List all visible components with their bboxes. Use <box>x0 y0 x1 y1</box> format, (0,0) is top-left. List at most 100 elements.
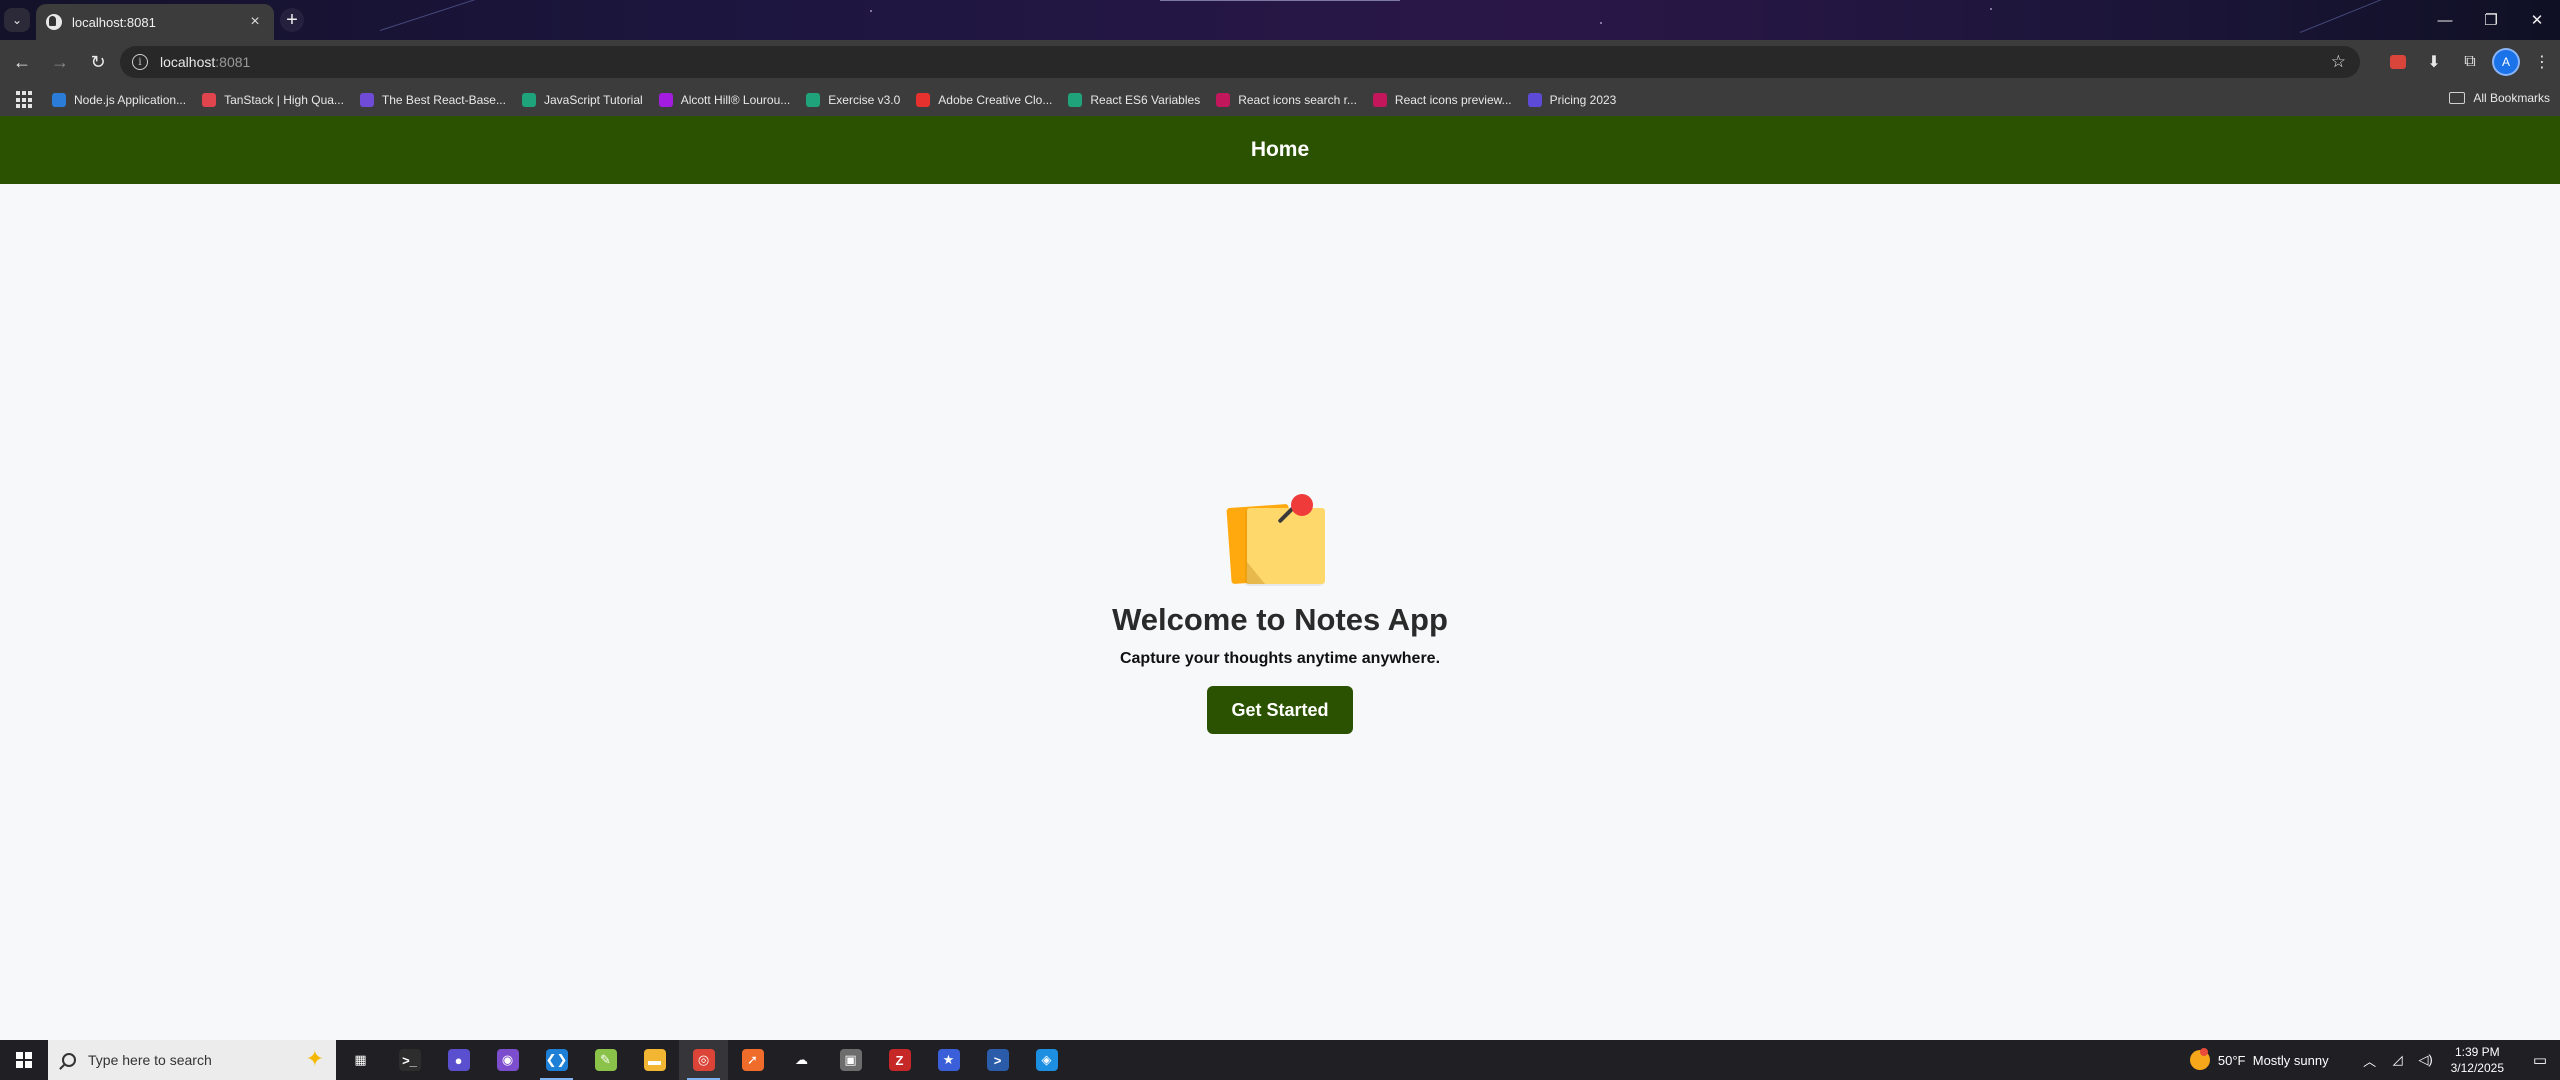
bookmark-star-icon[interactable]: ☆ <box>2331 52 2346 72</box>
extension-red-icon[interactable] <box>2380 46 2416 78</box>
bookmark-item[interactable]: Alcott Hill® Lourou... <box>658 93 791 107</box>
bookmark-item[interactable]: React ES6 Variables <box>1068 93 1200 107</box>
close-tab-icon[interactable]: × <box>246 13 264 31</box>
page-title: Home <box>1250 138 1310 161</box>
all-bookmarks-button[interactable]: All Bookmarks <box>2449 91 2550 105</box>
taskbar-app-task-view[interactable]: ▦ <box>336 1040 385 1080</box>
bookmark-label: TanStack | High Qua... <box>224 93 344 107</box>
bookmark-favicon-icon <box>521 93 536 107</box>
bookmark-label: React icons search r... <box>1238 93 1357 107</box>
bookmark-favicon-icon <box>359 93 374 107</box>
taskbar-apps: ▦ >_ ● ◉ ❮❯ ✎ ▬ ◎ ➚ ☁ ▣ Z ★ > ◈ <box>336 1040 1071 1080</box>
new-tab-button[interactable]: + <box>280 8 304 32</box>
forward-button[interactable]: → <box>44 46 76 78</box>
windows-taskbar: Type here to search ✦ ▦ >_ ● ◉ ❮❯ ✎ ▬ ◎ ➚ ☁ ▣ Z ★ > ◈ … <box>0 1040 2560 1080</box>
taskbar-app-file-explorer[interactable]: ▬ <box>630 1040 679 1080</box>
taskbar-app-star-app[interactable]: ★ <box>924 1040 973 1080</box>
weather-condition: Mostly sunny <box>2252 1052 2329 1068</box>
weather-icon[interactable] <box>2189 1048 2210 1070</box>
chrome-icon: ◎ <box>692 1049 715 1071</box>
start-button[interactable] <box>0 1040 48 1080</box>
bookmark-item[interactable]: TanStack | High Qua... <box>202 93 344 107</box>
postman-icon: ➚ <box>741 1049 764 1071</box>
bookmark-label: Node.js Application... <box>74 93 187 107</box>
bookmark-item[interactable]: Adobe Creative Clo... <box>916 93 1052 107</box>
taskbar-app-docker[interactable]: ◈ <box>1022 1040 1071 1080</box>
photos-icon: ▣ <box>839 1049 862 1071</box>
taskbar-search-placeholder: Type here to search <box>88 1052 212 1068</box>
expo-favicon-icon <box>46 14 62 30</box>
bookmark-favicon-icon <box>202 93 217 107</box>
browser-tab-strip: ⌄ localhost:8081 × + — ❐ ✕ <box>0 0 2560 40</box>
volume-icon[interactable]: ◁) <box>2415 1052 2437 1068</box>
cloud-app-icon: ☁ <box>790 1049 813 1071</box>
taskbar-app-notepad-plus[interactable]: ✎ <box>581 1040 630 1080</box>
bookmark-item[interactable]: Exercise v3.0 <box>806 93 900 107</box>
bookmark-favicon-icon <box>1527 93 1542 107</box>
tab-search-button[interactable]: ⌄ <box>4 8 30 32</box>
taskbar-app-filezilla[interactable]: Z <box>875 1040 924 1080</box>
sticky-note-icon <box>1225 494 1335 592</box>
app-header: Home <box>0 116 2560 184</box>
bookmark-item[interactable]: Node.js Application... <box>52 93 186 107</box>
taskbar-app-powershell[interactable]: > <box>973 1040 1022 1080</box>
welcome-heading: Welcome to Notes App <box>1112 602 1448 637</box>
url-port: :8081 <box>215 54 251 70</box>
extensions-puzzle-icon[interactable]: ⧉ <box>2452 46 2488 78</box>
address-bar[interactable]: i localhost:8081 ☆ <box>120 46 2360 78</box>
close-window-button[interactable]: ✕ <box>2514 0 2560 40</box>
minimize-button[interactable]: — <box>2422 0 2468 40</box>
bookmark-item[interactable]: The Best React-Base... <box>359 93 506 107</box>
window-controls: — ❐ ✕ <box>2422 0 2560 40</box>
back-button[interactable]: ← <box>6 46 38 78</box>
taskbar-app-chrome[interactable]: ◎ <box>679 1040 728 1080</box>
github-desktop-icon: ◉ <box>496 1049 519 1071</box>
powershell-icon: > <box>986 1049 1009 1071</box>
docker-icon: ◈ <box>1035 1049 1058 1071</box>
weather-widget[interactable]: 50°F Mostly sunny <box>2218 1053 2329 1068</box>
taskbar-app-photos[interactable]: ▣ <box>826 1040 875 1080</box>
browser-toolbar: ← → ↻ i localhost:8081 ☆ ⬇ ⧉ A ⋮ <box>0 40 2560 84</box>
bookmark-item[interactable]: JavaScript Tutorial <box>521 93 643 107</box>
profile-avatar[interactable]: A <box>2488 46 2524 78</box>
bookmark-label: React ES6 Variables <box>1090 93 1201 107</box>
taskbar-app-vscode[interactable]: ❮❯ <box>532 1040 581 1080</box>
site-info-icon[interactable]: i <box>132 54 148 70</box>
bookmark-favicon-icon <box>1068 93 1083 107</box>
network-icon[interactable]: ◿ <box>2387 1052 2409 1068</box>
apps-grid-icon[interactable] <box>16 91 34 109</box>
file-explorer-icon: ▬ <box>643 1049 666 1071</box>
taskbar-app-github-desktop[interactable]: ◉ <box>483 1040 532 1080</box>
get-started-button[interactable]: Get Started <box>1207 686 1353 734</box>
bookmark-label: JavaScript Tutorial <box>543 93 643 107</box>
bookmark-item[interactable]: React icons search r... <box>1216 93 1357 107</box>
bookmark-label: The Best React-Base... <box>381 93 506 107</box>
bookmark-favicon-icon <box>1372 93 1387 107</box>
weather-temp: 50°F <box>2217 1052 2246 1068</box>
notifications-icon[interactable]: ▭ <box>2520 1040 2560 1080</box>
bookmark-item[interactable]: React icons preview... <box>1372 93 1512 107</box>
folder-icon <box>2449 92 2466 104</box>
terminal-icon: >_ <box>398 1049 421 1071</box>
tab-title: localhost:8081 <box>72 14 156 30</box>
restore-button[interactable]: ❐ <box>2468 0 2514 40</box>
download-extension-icon[interactable]: ⬇ <box>2416 46 2452 78</box>
clock[interactable]: 1:39 PM 3/12/2025 <box>2451 1044 2504 1076</box>
taskbar-app-browser-app[interactable]: ● <box>434 1040 483 1080</box>
bookmark-item[interactable]: Pricing 2023 <box>1527 93 1617 107</box>
bookmark-label: Alcott Hill® Lourou... <box>680 93 791 107</box>
chevron-up-icon[interactable]: ︿ <box>2359 1051 2381 1070</box>
toolbar-right: ⬇ ⧉ A ⋮ <box>2380 40 2560 84</box>
chevron-down-icon: ⌄ <box>11 13 23 27</box>
taskbar-search[interactable]: Type here to search ✦ <box>48 1040 336 1080</box>
taskbar-app-terminal[interactable]: >_ <box>385 1040 434 1080</box>
browser-menu-icon[interactable]: ⋮ <box>2524 46 2560 78</box>
notepad-plus-icon: ✎ <box>594 1049 617 1071</box>
reload-button[interactable]: ↻ <box>82 46 114 78</box>
filezilla-icon: Z <box>888 1049 911 1071</box>
browser-tab-active[interactable]: localhost:8081 × <box>36 4 274 40</box>
sparkle-icon: ✦ <box>305 1046 324 1071</box>
taskbar-app-postman[interactable]: ➚ <box>728 1040 777 1080</box>
taskbar-app-cloud-app[interactable]: ☁ <box>777 1040 826 1080</box>
bookmark-label: Pricing 2023 <box>1549 93 1617 107</box>
